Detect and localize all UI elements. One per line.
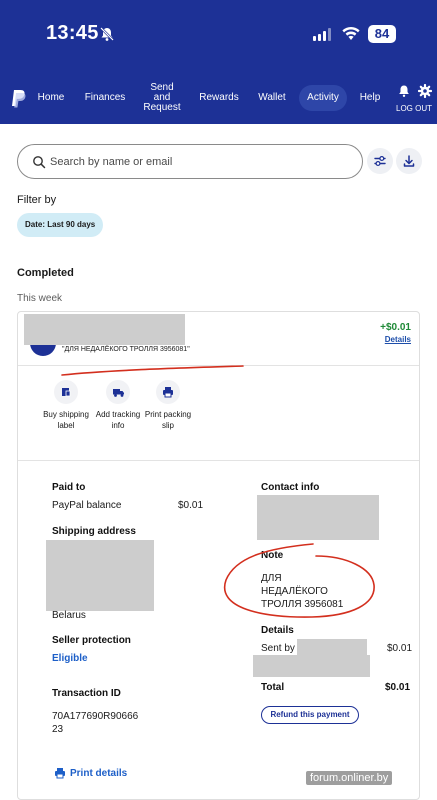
nav-activity[interactable]: Activity — [299, 85, 347, 111]
section-title-completed: Completed — [17, 267, 74, 279]
transaction-id-value-continued: 23 — [52, 724, 64, 735]
transaction-id-value: 70A177690R90666 — [52, 711, 139, 722]
printer-icon — [156, 380, 180, 404]
total-label: Total — [261, 682, 285, 693]
download-icon — [403, 155, 415, 167]
transaction-card: "ДЛЯ НЕДАЛЁКОГО ТРОЛЛЯ 3956081" +$0.01 D… — [17, 311, 420, 800]
details-link[interactable]: Details — [385, 335, 411, 344]
nav-help[interactable]: Help — [355, 72, 385, 124]
bell-muted-icon — [100, 27, 114, 41]
printer-icon — [55, 768, 65, 779]
logout-link[interactable]: LOG OUT — [396, 104, 432, 113]
transaction-memo: "ДЛЯ НЕДАЛЁКОГО ТРОЛЛЯ 3956081" — [62, 346, 190, 353]
nav-rewards[interactable]: Rewards — [195, 72, 243, 124]
date-filter-chip[interactable]: Date: Last 90 days — [17, 213, 104, 237]
notifications-bell-icon[interactable] — [397, 84, 411, 98]
shipping-address-label: Shipping address — [52, 526, 136, 537]
shipping-label-icon — [54, 380, 78, 404]
filter-settings-button[interactable] — [367, 148, 393, 174]
nav-home[interactable]: Home — [32, 72, 70, 124]
search-field — [17, 144, 363, 179]
redacted-sender — [297, 639, 367, 655]
sent-by-label: Sent by — [261, 643, 295, 654]
paypal-logo-icon[interactable] — [9, 89, 27, 109]
note-line-2: НЕДАЛЁКОГО — [261, 586, 328, 597]
nav-send-and-request[interactable]: Send and Request — [141, 72, 183, 124]
status-time: 13:45 — [46, 22, 99, 44]
add-tracking-info-button[interactable]: Add tracking info — [90, 380, 146, 431]
section-period: This week — [17, 293, 63, 304]
redacted-shipping-address — [46, 540, 154, 611]
truck-icon — [106, 380, 130, 404]
nav-finances[interactable]: Finances — [80, 72, 130, 124]
seller-protection-label: Seller protection — [52, 635, 131, 646]
contact-info-label: Contact info — [261, 482, 320, 493]
cellular-signal-icon — [313, 28, 331, 41]
sent-by-amount: $0.01 — [387, 643, 413, 654]
transaction-id-label: Transaction ID — [52, 688, 121, 699]
divider — [18, 460, 419, 461]
filter-label: Filter by — [17, 194, 57, 206]
add-tracking-info-text: Add tracking info — [95, 410, 141, 430]
wifi-icon — [342, 26, 360, 40]
search-icon — [33, 156, 46, 169]
status-bar: 13:45 84 — [0, 0, 437, 72]
transaction-amount: +$0.01 — [380, 322, 411, 333]
shipping-country: Belarus — [52, 610, 86, 621]
seller-protection-status[interactable]: Eligible — [52, 653, 88, 664]
watermark: forum.onliner.by — [306, 771, 393, 785]
print-packing-slip-text: Print packing slip — [144, 410, 192, 430]
print-packing-slip-button[interactable]: Print packing slip — [140, 380, 196, 431]
sliders-icon — [374, 155, 386, 167]
divider — [18, 365, 419, 366]
note-line-1: ДЛЯ — [261, 573, 282, 584]
settings-gear-icon[interactable] — [418, 84, 432, 98]
paid-to-amount: $0.01 — [178, 500, 204, 511]
note-line-3: ТРОЛЛЯ 3956081 — [261, 599, 344, 610]
paid-to-label: Paid to — [52, 482, 86, 493]
print-details-text: Print details — [70, 767, 128, 779]
redacted-contact-info — [257, 495, 379, 540]
top-navigation: Home Finances Send and Request Rewards W… — [0, 72, 437, 124]
battery-indicator: 84 — [368, 25, 396, 43]
note-label: Note — [261, 550, 284, 561]
total-amount: $0.01 — [385, 682, 411, 693]
search-input[interactable] — [50, 151, 350, 173]
nav-wallet[interactable]: Wallet — [253, 72, 291, 124]
paid-to-source: PayPal balance — [52, 500, 122, 511]
redacted-sender-name — [24, 314, 185, 345]
redacted-sender-detail — [253, 655, 370, 677]
print-details-link[interactable]: Print details — [54, 767, 127, 779]
download-button[interactable] — [396, 148, 422, 174]
details-section-label: Details — [261, 625, 294, 636]
buy-shipping-label-button[interactable]: Buy shipping label — [38, 380, 94, 431]
buy-shipping-label-text: Buy shipping label — [43, 410, 89, 430]
refund-payment-button[interactable]: Refund this payment — [261, 706, 359, 724]
